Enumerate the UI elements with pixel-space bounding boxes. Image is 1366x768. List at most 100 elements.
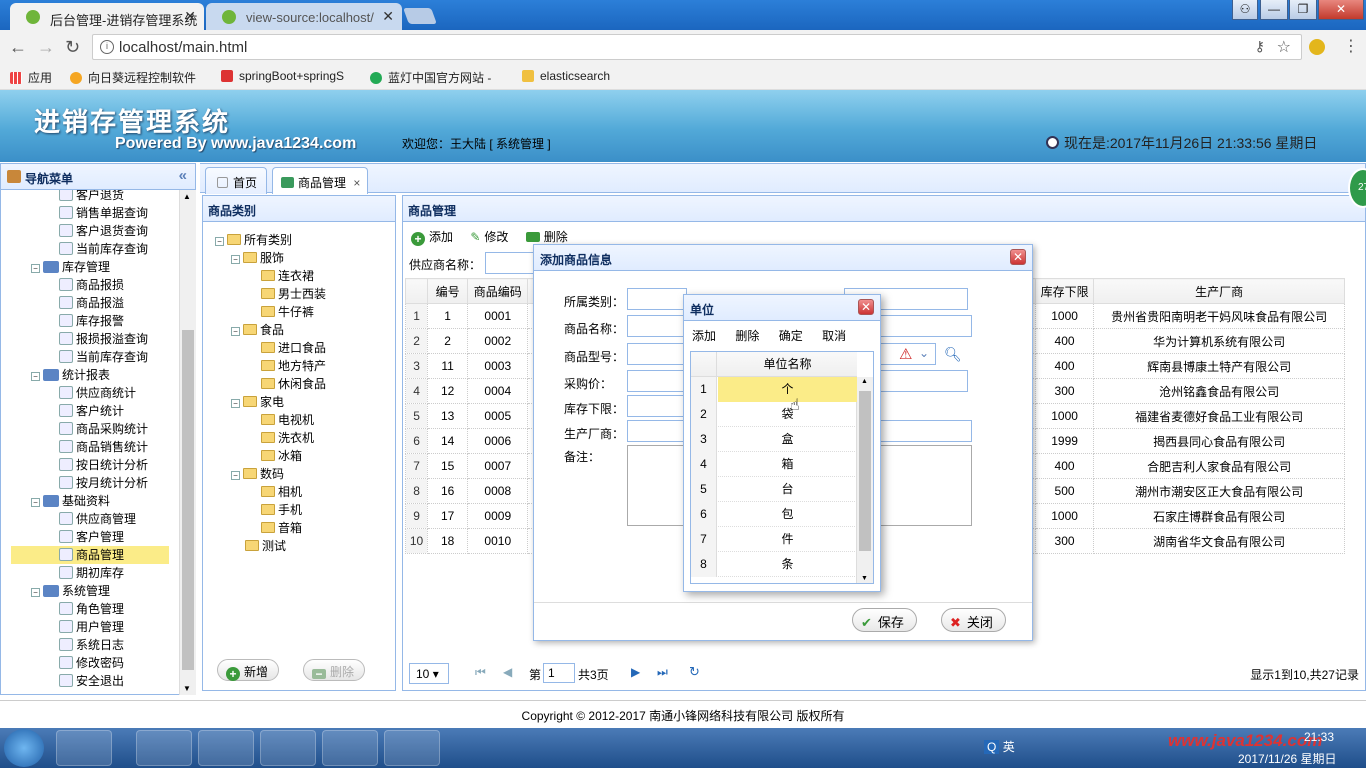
nav-item[interactable]: 期初库存	[59, 564, 124, 582]
taskbar-javaee[interactable]	[136, 730, 192, 766]
collapse-toggle-icon[interactable]: −	[31, 372, 40, 381]
unit-confirm-button[interactable]: 确定	[779, 329, 803, 343]
col-min-stock[interactable]: 库存下限	[1034, 278, 1095, 304]
nav-item[interactable]: − 库存管理	[31, 258, 110, 276]
collapse-toggle-icon[interactable]: −	[31, 498, 40, 507]
col-maker[interactable]: 生产厂商	[1093, 278, 1345, 304]
taskbar-notepad[interactable]	[384, 730, 440, 766]
nav-item[interactable]: 系统日志	[59, 636, 124, 654]
collapse-toggle-icon[interactable]: −	[31, 588, 40, 597]
taskbar-chrome[interactable]	[322, 730, 378, 766]
col-code[interactable]: 商品编码	[467, 278, 529, 304]
nav-item[interactable]: 库存报警	[59, 312, 124, 330]
nav-item[interactable]: 供应商统计	[59, 384, 136, 402]
bookmark-lantern[interactable]: 蓝灯中国官方网站 -	[370, 69, 491, 86]
search-icon[interactable]: 🔍︎	[944, 346, 962, 363]
collapse-toggle-icon[interactable]: −	[231, 327, 240, 336]
delete-category-button[interactable]: − 删除	[303, 659, 366, 681]
nav-item[interactable]: 安全退出	[59, 672, 124, 690]
bookmark-elasticsearch[interactable]: elasticsearch	[522, 69, 610, 83]
nav-item[interactable]: 客户退货	[59, 190, 124, 204]
nav-item[interactable]: 销售单据查询	[59, 204, 148, 222]
bookmark-springboot[interactable]: springBoot+springS	[221, 69, 344, 83]
taskbar-w[interactable]	[260, 730, 316, 766]
nav-item[interactable]: 商品销售统计	[59, 438, 148, 456]
forward-arrow-icon[interactable]: →	[37, 37, 55, 57]
key-icon[interactable]: ⚷	[1255, 38, 1265, 55]
unit-row[interactable]: 8条	[691, 552, 857, 577]
maximize-button[interactable]: ❐	[1289, 0, 1317, 20]
nav-item[interactable]: 客户统计	[59, 402, 124, 420]
prev-page-icon[interactable]: ◀	[503, 665, 512, 679]
unit-delete-button[interactable]: 删除	[735, 329, 759, 343]
unit-add-button[interactable]: 添加	[692, 329, 716, 343]
category-node[interactable]: 电视机	[261, 411, 314, 429]
category-node[interactable]: 男士西装	[261, 285, 326, 303]
unit-row[interactable]: 7件	[691, 527, 857, 552]
category-node[interactable]: 休闲食品	[261, 375, 326, 393]
refresh-icon[interactable]: ↻	[689, 664, 700, 680]
unit-row[interactable]: 3盒	[691, 427, 857, 452]
taskbar-dolphin[interactable]	[198, 730, 254, 766]
nav-item[interactable]: − 统计报表	[31, 366, 110, 384]
unit-row[interactable]: 4箱	[691, 452, 857, 477]
info-icon[interactable]: i	[100, 40, 114, 54]
close-tab-icon[interactable]: ×	[353, 176, 360, 190]
collapse-icon[interactable]: «	[179, 167, 187, 184]
reload-icon[interactable]: ↻	[65, 37, 80, 57]
taskbar-app-1[interactable]	[56, 730, 112, 766]
category-node[interactable]: 连衣裙	[261, 267, 314, 285]
collapse-toggle-icon[interactable]: −	[31, 264, 40, 273]
category-node[interactable]: 冰箱	[261, 447, 302, 465]
nav-scrollbar[interactable]: ▲ ▼	[179, 190, 196, 695]
scroll-thumb[interactable]	[182, 330, 194, 670]
close-tab-icon[interactable]: ✕	[184, 8, 196, 25]
nav-item[interactable]: − 基础资料	[31, 492, 110, 510]
nav-item[interactable]: − 系统管理	[31, 582, 110, 600]
category-node[interactable]: − 家电	[231, 393, 284, 411]
minimize-button[interactable]: —	[1260, 0, 1288, 20]
unit-row[interactable]: 2袋	[691, 402, 857, 427]
chevron-down-icon[interactable]: ⌄	[919, 346, 929, 360]
new-tab-button[interactable]	[403, 8, 437, 24]
unit-scrollbar[interactable]: ▲ ▼	[856, 377, 873, 583]
category-node[interactable]: 进口食品	[261, 339, 326, 357]
tab-product-management[interactable]: 商品管理 ×	[272, 167, 368, 194]
extension-icon[interactable]	[1309, 39, 1325, 55]
col-id[interactable]: 编号	[427, 278, 469, 304]
back-arrow-icon[interactable]: ←	[9, 37, 27, 57]
unit-row[interactable]: 1个	[691, 377, 857, 402]
unit-name-column[interactable]: 单位名称	[718, 352, 857, 377]
scroll-up-icon[interactable]: ▲	[861, 378, 868, 385]
close-button[interactable]: ✖ 关闭	[941, 608, 1006, 632]
nav-item[interactable]: 按日统计分析	[59, 456, 148, 474]
unit-cancel-button[interactable]: 取消	[822, 329, 846, 343]
nav-item[interactable]: 商品报溢	[59, 294, 124, 312]
user-icon[interactable]: ⚇	[1232, 0, 1258, 20]
nav-item[interactable]: 商品管理	[11, 546, 169, 564]
close-window-button[interactable]: ✕	[1318, 0, 1364, 20]
last-page-icon[interactable]: ⏭	[657, 665, 668, 680]
nav-item[interactable]: 客户退货查询	[59, 222, 148, 240]
collapse-toggle-icon[interactable]: −	[231, 255, 240, 264]
model-field[interactable]	[627, 343, 687, 365]
close-dialog-icon[interactable]: ✕	[858, 299, 874, 315]
bookmark-sunflower[interactable]: 向日葵远程控制软件	[70, 69, 196, 86]
new-category-button[interactable]: + 新增	[217, 659, 280, 681]
nav-item[interactable]: 修改密码	[59, 654, 124, 672]
nav-item[interactable]: 报损报溢查询	[59, 330, 148, 348]
browser-tab-viewsource[interactable]: view-source:localhost/ ✕	[206, 3, 402, 30]
scroll-down-icon[interactable]: ▼	[183, 684, 191, 693]
unit-row[interactable]: 5台	[691, 477, 857, 502]
star-icon[interactable]: ☆	[1277, 37, 1291, 57]
scroll-down-icon[interactable]: ▼	[861, 575, 868, 582]
tray-time[interactable]: 21:33	[1304, 730, 1334, 744]
add-product-button[interactable]: + 添加	[411, 230, 453, 246]
collapse-toggle-icon[interactable]: −	[215, 237, 224, 246]
url-input[interactable]: i localhost/main.html ⚷ ☆	[92, 34, 1302, 60]
bookmark-apps[interactable]: 应用	[10, 69, 52, 86]
collapse-toggle-icon[interactable]: −	[231, 399, 240, 408]
nav-item[interactable]: 当前库存查询	[59, 348, 148, 366]
category-node[interactable]: 洗衣机	[261, 429, 314, 447]
name-field[interactable]	[627, 315, 687, 337]
